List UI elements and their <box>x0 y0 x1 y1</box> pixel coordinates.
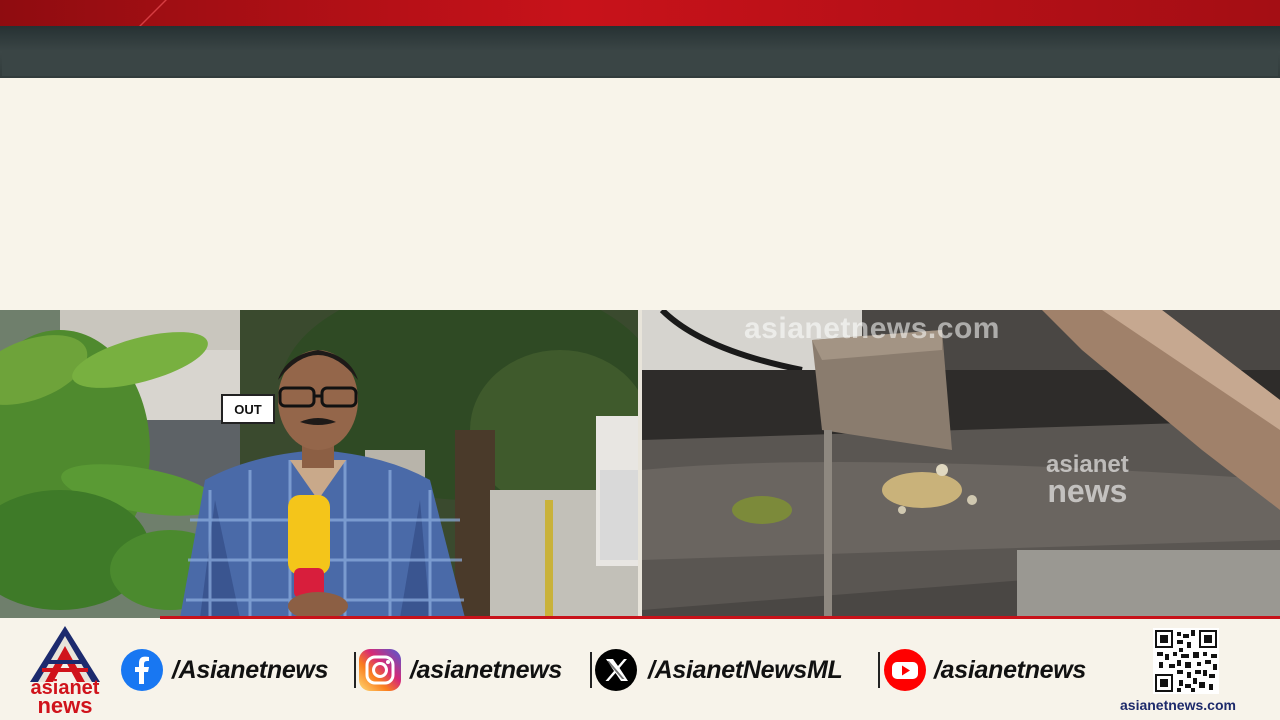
out-sign: OUT <box>221 394 275 424</box>
reporter-scene <box>0 310 638 618</box>
social-separator <box>590 652 592 688</box>
watermark-url: asianetnews.com <box>744 312 1000 345</box>
social-instagram[interactable]: /asianetnews <box>358 648 562 692</box>
dark-header-bar <box>0 26 1280 78</box>
asianet-logo-icon <box>30 626 100 682</box>
asianet-logo-text: asianet news <box>30 678 100 718</box>
social-separator <box>878 652 880 688</box>
instagram-icon <box>359 649 401 691</box>
watermark-logo-bottom: news <box>1047 473 1128 509</box>
social-separator <box>354 652 356 688</box>
qr-code-icon[interactable] <box>1153 628 1219 694</box>
damage-video: asianetnews.com asianet news <box>642 310 1280 618</box>
youtube-icon <box>884 649 926 691</box>
facebook-handle: /Asianetnews <box>172 655 329 684</box>
x-icon <box>595 649 637 691</box>
footer-red-line <box>160 616 1280 619</box>
social-facebook[interactable]: /Asianetnews <box>120 648 328 692</box>
cream-panel <box>0 78 1280 310</box>
instagram-handle: /asianetnews <box>410 655 563 684</box>
social-youtube[interactable]: /asianetnews <box>882 648 1086 692</box>
facebook-icon <box>121 649 163 691</box>
qr-url[interactable]: asianetnews.com <box>1120 697 1236 713</box>
damage-scene <box>642 310 1280 618</box>
x-handle: /AsianetNewsML <box>648 655 843 684</box>
dark-header-inner <box>2 50 1278 76</box>
social-x[interactable]: /AsianetNewsML <box>594 648 843 692</box>
reporter-video: OUT <box>0 310 638 618</box>
logo-line-2: news <box>37 693 93 718</box>
youtube-handle: /asianetnews <box>934 655 1087 684</box>
watermark-logo: asianet news <box>1046 452 1129 509</box>
top-red-banner <box>0 0 1280 30</box>
